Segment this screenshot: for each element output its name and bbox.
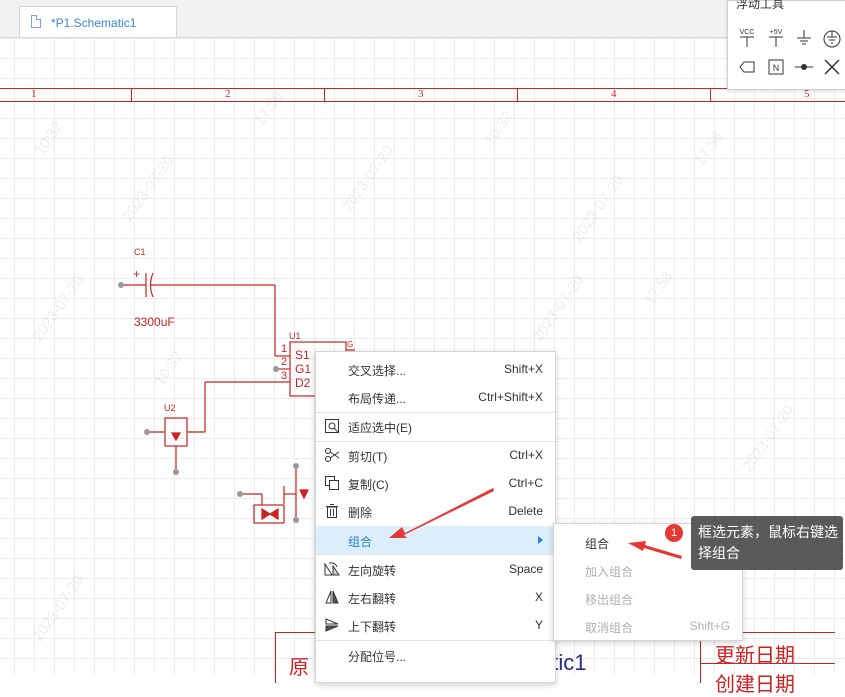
u1-pin-name-right: G	[347, 340, 354, 349]
junction-icon[interactable]	[793, 56, 815, 78]
menu-item-flip-horizontal[interactable]: 左右翻转 X	[316, 583, 555, 611]
menu-item-copy[interactable]: 复制(C) Ctrl+C	[316, 469, 555, 497]
u1-pin-name: S1	[295, 348, 310, 362]
u1-pin-name: G1	[295, 362, 312, 376]
pin-junction	[144, 429, 150, 435]
menu-item-shortcut: Delete	[508, 504, 543, 518]
scissors-icon	[325, 448, 340, 462]
net-label-icon-label: N	[773, 63, 780, 73]
rotate-left-icon	[324, 562, 340, 576]
pin-junction	[118, 282, 124, 288]
submenu-item-label: 加入组合	[585, 565, 634, 579]
annotation-tooltip: 框选元素，鼠标右键选择组合	[691, 516, 843, 570]
context-menu: 交叉选择... Shift+X 布局传递... Ctrl+Shift+X 适应选…	[315, 351, 556, 683]
submenu-item-remove-from-group[interactable]: 移出组合	[554, 584, 742, 612]
ground-icon[interactable]	[793, 27, 815, 49]
menu-item-cut[interactable]: 剪切(T) Ctrl+X	[316, 441, 555, 469]
net-port-icon[interactable]	[736, 56, 758, 78]
c1-plus-sign: +	[133, 267, 141, 281]
step-badge: 1	[665, 524, 683, 542]
net-label-icon[interactable]: N	[765, 56, 787, 78]
submenu-arrow-icon	[538, 536, 543, 544]
flip-horizontal-icon	[325, 590, 339, 604]
menu-item-flip-vertical[interactable]: 上下翻转 Y	[316, 611, 555, 639]
vcc-icon[interactable]: VCC	[736, 27, 758, 49]
submenu-item-label: 取消组合	[585, 621, 634, 635]
menu-item-label: 交叉选择...	[348, 364, 407, 378]
u1-pin-number: 1	[281, 343, 288, 355]
u1-reference: U1	[289, 331, 301, 341]
menu-item-rotate-left[interactable]: 左向旋转 Space	[316, 555, 555, 583]
submenu-item-label: 组合	[585, 537, 610, 551]
menu-item-group[interactable]: 组合	[316, 526, 555, 554]
title-block-label: 原	[289, 657, 309, 679]
menu-item-delete[interactable]: 删除 Delete	[316, 497, 555, 525]
menu-item-label: 复制(C)	[348, 478, 389, 492]
pin-junction	[173, 469, 179, 475]
menu-item-label: 上下翻转	[348, 620, 397, 634]
menu-item-shortcut: Ctrl+Shift+X	[478, 390, 543, 404]
menu-item-shortcut: Ctrl+C	[508, 476, 543, 490]
menu-item-label: 删除	[348, 506, 373, 520]
c1-value: 3300uF	[134, 315, 175, 329]
title-block-border	[275, 633, 276, 683]
plus-5v-icon[interactable]: +5V	[765, 27, 787, 49]
update-date-label: 更新日期	[715, 645, 795, 667]
menu-item-shortcut: Ctrl+X	[509, 448, 543, 462]
u2-body	[164, 417, 188, 447]
menu-item-cross-select[interactable]: 交叉选择... Shift+X	[316, 355, 555, 383]
menu-item-label: 分配位号...	[348, 650, 407, 664]
earth-ground-icon[interactable]	[821, 27, 843, 49]
no-connect-icon[interactable]	[821, 56, 843, 78]
pin-junction	[293, 463, 299, 469]
menu-item-label: 组合	[348, 535, 373, 549]
q-diode	[299, 489, 309, 500]
menu-item-assign-designators[interactable]: 分配位号...	[316, 641, 555, 669]
trash-icon	[326, 504, 338, 518]
submenu-item-shortcut: Shift+G	[689, 619, 730, 633]
submenu-item-ungroup[interactable]: 取消组合 Shift+G	[554, 612, 742, 640]
floating-tools-title: 浮动工具	[736, 0, 785, 11]
u2-reference: U2	[164, 403, 176, 413]
floating-tools-panel: 浮动工具 VCC +5V N	[727, 0, 845, 90]
menu-item-shortcut: Space	[508, 562, 543, 576]
pin-junction	[293, 517, 299, 523]
menu-item-fit-selection[interactable]: 适应选中(E)	[316, 412, 555, 440]
menu-item-label: 适应选中(E)	[348, 421, 412, 435]
copy-icon	[325, 476, 339, 490]
u1-pin-number: 3	[281, 370, 288, 382]
u2-diode	[170, 432, 182, 442]
menu-item-layout-transfer[interactable]: 布局传递... Ctrl+Shift+X	[316, 383, 555, 411]
u1-pin-name: D2	[295, 376, 311, 390]
menu-item-label: 左向旋转	[348, 564, 397, 578]
annotation-tooltip-text: 框选元素，鼠标右键选择组合	[698, 524, 838, 561]
vcc-icon-label: VCC	[740, 29, 755, 36]
zoom-fit-icon	[325, 419, 339, 433]
diode-b	[268, 507, 279, 521]
diode-a	[261, 507, 272, 521]
menu-item-shortcut: Shift+X	[503, 362, 543, 376]
menu-item-shortcut: Y	[534, 618, 543, 632]
plus-5v-icon-label: +5V	[770, 29, 783, 36]
u1-pin-number: 2	[281, 356, 288, 368]
menu-item-label: 左右翻转	[348, 592, 397, 606]
c1-reference: C1	[134, 247, 146, 257]
flip-vertical-icon	[325, 618, 339, 632]
pin-junction	[273, 366, 279, 372]
menu-item-label: 剪切(T)	[348, 450, 388, 464]
pin-junction	[237, 491, 243, 497]
create-date-label: 创建日期	[715, 674, 795, 696]
menu-item-label: 布局传递...	[348, 392, 407, 406]
menu-item-shortcut: X	[534, 590, 543, 604]
submenu-item-label: 移出组合	[585, 593, 634, 607]
